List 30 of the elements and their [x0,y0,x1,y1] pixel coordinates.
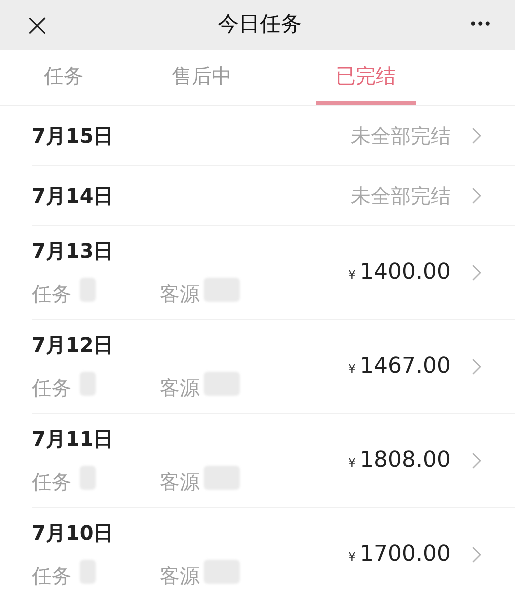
amount-value: 1700.00 [360,541,451,569]
currency-symbol: ¥ [348,361,356,378]
source-label: 客源 [160,562,200,590]
date-label: 7月13日 [32,238,115,265]
source-label: 客源 [160,280,200,308]
date-label: 7月10日 [32,520,115,547]
more-button[interactable]: ••• [469,18,491,32]
currency-symbol: ¥ [348,455,356,472]
amount-value: 1400.00 [360,259,451,287]
task-label: 任务 [32,468,72,496]
date-label: 7月15日 [32,122,114,150]
tab[interactable]: 任务 [24,50,104,105]
currency-symbol: ¥ [348,267,356,284]
amount-value: 1808.00 [360,447,451,475]
amount-value: 1467.00 [360,353,451,381]
status-label: 未全部完结 [351,122,451,150]
close-button[interactable]: × [24,9,51,41]
status-label: 未全部完结 [351,182,451,210]
window-title: 今日任务 [218,11,302,38]
tab[interactable]: 已完结 [316,50,416,105]
source-label: 客源 [160,468,200,496]
date-label: 7月14日 [32,182,114,210]
currency-symbol: ¥ [348,549,356,566]
task-label: 任务 [32,280,72,308]
date-label: 7月11日 [32,426,115,453]
task-label: 任务 [32,374,72,402]
source-label: 客源 [160,374,200,402]
date-label: 7月12日 [32,332,115,359]
task-label: 任务 [32,562,72,590]
tab[interactable]: 售后中 [152,50,252,105]
